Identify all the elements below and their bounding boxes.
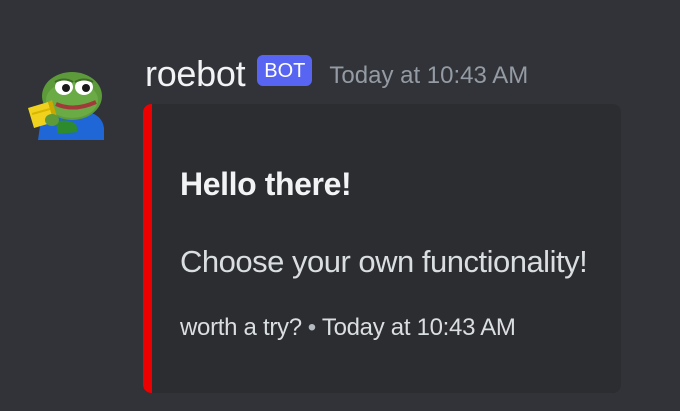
embed-description: Choose your own functionality! — [180, 244, 588, 279]
bot-badge: BOT — [257, 54, 313, 86]
embed-footer-text: worth a try? — [180, 314, 302, 341]
embed-footer: worth a try? • Today at 10:43 AM — [180, 314, 516, 342]
message-embed: Hello there! Choose your own functionali… — [143, 104, 621, 393]
chat-message: roebot BOT Today at 10:43 AM Hello there… — [0, 0, 680, 411]
embed-footer-separator: • — [307, 314, 316, 341]
embed-accent-bar — [143, 104, 152, 393]
username[interactable]: roebot — [145, 53, 246, 95]
embed-title: Hello there! — [180, 166, 352, 202]
embed-footer-timestamp: Today at 10:43 AM — [321, 314, 516, 341]
message-header: roebot BOT Today at 10:43 AM — [145, 46, 528, 102]
pepe-frog-avatar-icon[interactable] — [22, 62, 108, 142]
message-timestamp[interactable]: Today at 10:43 AM — [329, 62, 528, 90]
